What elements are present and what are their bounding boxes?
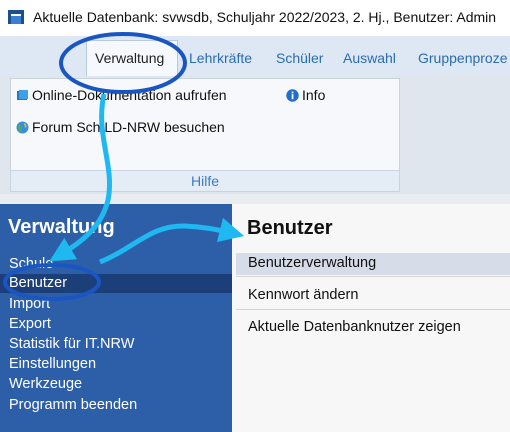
sidebar-item-programm-beenden[interactable]: Programm beenden xyxy=(9,397,137,413)
action-benutzerverwaltung[interactable]: Benutzerverwaltung xyxy=(236,253,510,275)
forum-button[interactable]: Forum SchILD-NRW besuchen xyxy=(16,119,225,135)
divider xyxy=(0,194,510,204)
sidebar-item-werkzeuge[interactable]: Werkzeuge xyxy=(9,376,82,392)
tab-verwaltung[interactable]: Verwaltung xyxy=(95,50,164,66)
app-icon xyxy=(8,10,24,24)
tab-auswahl[interactable]: Auswahl xyxy=(343,50,396,66)
action-kennwort-aendern[interactable]: Kennwort ändern xyxy=(236,285,510,307)
action-datenbanknutzer-zeigen[interactable]: Aktuelle Datenbanknutzer zeigen xyxy=(236,317,510,339)
sidebar-item-schule[interactable]: Schule xyxy=(9,256,53,272)
sidebar-item-statistik[interactable]: Statistik für IT.NRW xyxy=(9,336,134,352)
window-title: Aktuelle Datenbank: svwsdb, Schuljahr 20… xyxy=(33,9,497,25)
page-title: Benutzer xyxy=(247,217,333,239)
separator xyxy=(236,309,510,310)
action-label: Kennwort ändern xyxy=(248,287,359,303)
action-label: Aktuelle Datenbanknutzer zeigen xyxy=(248,319,461,335)
separator xyxy=(236,276,510,277)
online-doc-button[interactable]: Online-Dokumentation aufrufen xyxy=(16,87,227,103)
sidebar-item-benutzer[interactable]: Benutzer xyxy=(9,275,67,291)
tab-lehrkraefte[interactable]: Lehrkräfte xyxy=(189,50,252,66)
book-icon xyxy=(17,89,28,100)
tab-gruppenprozesse[interactable]: Gruppenproze xyxy=(418,50,508,66)
sidebar-item-import[interactable]: Import xyxy=(9,296,50,312)
action-label: Benutzerverwaltung xyxy=(248,255,377,271)
group-label: Hilfe xyxy=(11,170,399,191)
globe-icon xyxy=(16,121,29,133)
title-bar: Aktuelle Datenbank: svwsdb, Schuljahr 20… xyxy=(0,0,510,36)
info-button[interactable]: Info xyxy=(286,87,325,103)
forum-label: Forum SchILD-NRW besuchen xyxy=(32,119,225,135)
sidebar-title: Verwaltung xyxy=(8,216,115,238)
tab-schueler[interactable]: Schüler xyxy=(276,50,323,66)
online-doc-label: Online-Dokumentation aufrufen xyxy=(32,87,227,103)
sidebar-item-export[interactable]: Export xyxy=(9,316,51,332)
info-icon xyxy=(286,88,299,102)
info-label: Info xyxy=(302,87,326,103)
sidebar-item-einstellungen[interactable]: Einstellungen xyxy=(9,356,96,372)
